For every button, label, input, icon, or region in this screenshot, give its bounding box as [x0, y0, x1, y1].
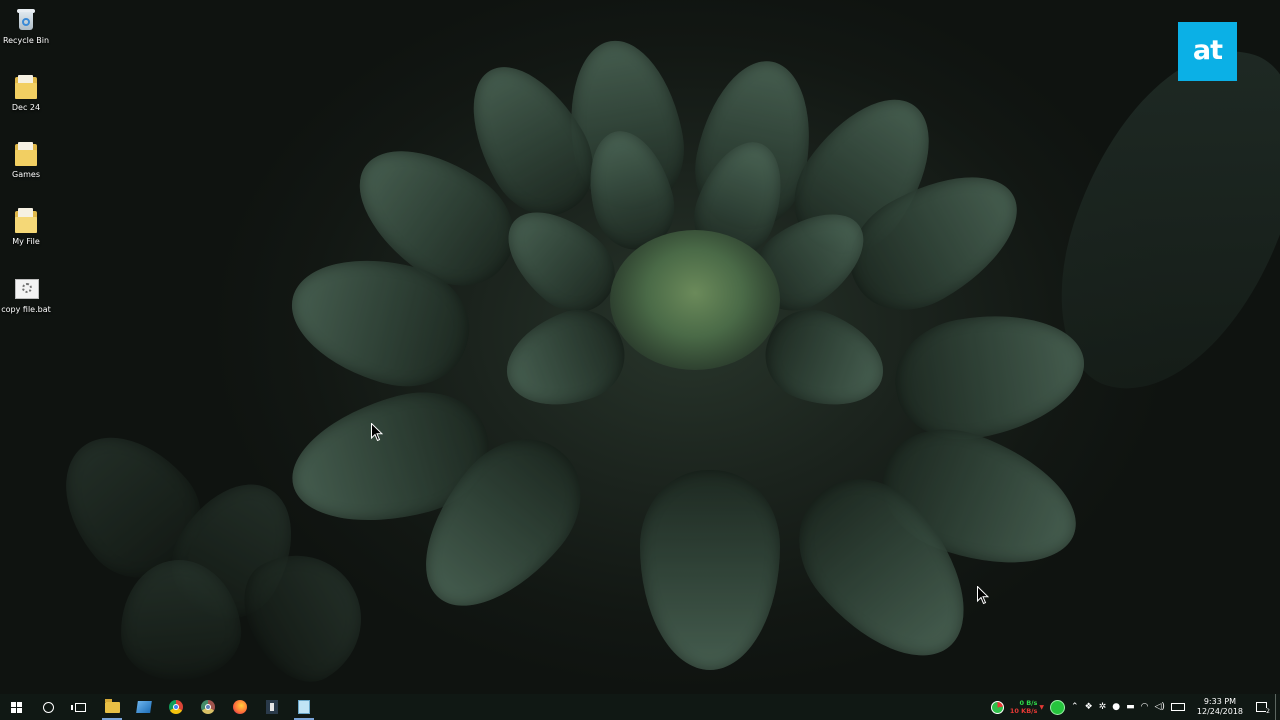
- settings-cog-icon: ✲: [1098, 702, 1107, 712]
- cortana-search-button[interactable]: [32, 694, 64, 720]
- brand-logo-badge: at: [1178, 22, 1237, 81]
- system-tray: 0 B/s 10 KB/s ▼ ⌃ ❖ ✲ ● ▬ ◠ ◁) 9:33 PM 1…: [988, 694, 1280, 720]
- firefox-button[interactable]: [224, 694, 256, 720]
- pie-chart-icon: [990, 700, 1004, 714]
- notification-icon: 2: [1256, 702, 1270, 715]
- desktop-icon-label: Recycle Bin: [2, 36, 50, 45]
- keyboard-icon: [1170, 703, 1185, 711]
- chevron-up-icon: ⌃: [1071, 702, 1079, 712]
- speaker-icon: ◁): [1154, 702, 1165, 712]
- folder-icon: [13, 73, 39, 101]
- clock-button[interactable]: 9:33 PM 12/24/2018: [1188, 694, 1252, 720]
- battery-button[interactable]: ▬: [1123, 694, 1138, 720]
- folder-icon: [13, 207, 39, 235]
- notepad-button[interactable]: [288, 694, 320, 720]
- desktop-icon-label: copy file.bat: [1, 305, 51, 314]
- status-tray-button[interactable]: [1047, 694, 1068, 720]
- recycle-bin-icon: [13, 6, 39, 34]
- windows-logo-icon: [10, 701, 22, 713]
- wifi-icon: ◠: [1140, 702, 1149, 712]
- folder-icon: [104, 698, 120, 713]
- clock-date: 12/24/2018: [1196, 707, 1243, 716]
- chrome-button[interactable]: [160, 694, 192, 720]
- action-center-button[interactable]: 2: [1252, 694, 1275, 720]
- desktop-icon-copy-file-bat[interactable]: copy file.bat: [0, 275, 52, 314]
- volume-button[interactable]: ◁): [1151, 694, 1167, 720]
- desktop-icon-dec-24[interactable]: Dec 24: [0, 73, 52, 112]
- folder-icon: [13, 140, 39, 168]
- upload-speed: 0 B/s: [1019, 699, 1038, 707]
- desktop-wallpaper: [0, 0, 1280, 694]
- cortana-circle-icon: [42, 701, 54, 713]
- notepad-icon: [298, 700, 310, 714]
- dropbox-icon: ❖: [1084, 702, 1093, 712]
- desktop-icon-my-file[interactable]: My File: [0, 207, 52, 246]
- wifi-button[interactable]: ◠: [1138, 694, 1152, 720]
- ink-app-icon: [266, 700, 278, 714]
- blue-app-icon: [136, 701, 152, 713]
- download-speed: 10 KB/s: [1009, 707, 1038, 715]
- chrome-icon: [169, 700, 183, 714]
- green-status-icon: [1050, 699, 1066, 715]
- network-speed-meter[interactable]: 0 B/s 10 KB/s ▼: [1007, 694, 1047, 720]
- battery-icon: ▬: [1126, 702, 1135, 712]
- desktop-icon-label: My File: [12, 237, 40, 246]
- tray-app-button[interactable]: ❖: [1082, 694, 1096, 720]
- chrome-profile-button[interactable]: [192, 694, 224, 720]
- desktop-icon-games[interactable]: Games: [0, 140, 52, 179]
- batch-file-icon: [13, 275, 39, 303]
- desktop-icon-label: Games: [12, 170, 40, 179]
- taskbar: 0 B/s 10 KB/s ▼ ⌃ ❖ ✲ ● ▬ ◠ ◁) 9:33 PM 1…: [0, 694, 1280, 720]
- firefox-icon: [233, 700, 247, 714]
- desktop-icon-label: Dec 24: [11, 103, 41, 112]
- file-explorer-button[interactable]: [96, 694, 128, 720]
- show-hidden-icons-button[interactable]: ⌃: [1068, 694, 1082, 720]
- clock-time: 9:33 PM: [1203, 697, 1237, 706]
- resource-monitor-tray-button[interactable]: [988, 694, 1007, 720]
- tray-app-button[interactable]: ●: [1109, 694, 1123, 720]
- app-button[interactable]: [128, 694, 160, 720]
- show-desktop-button[interactable]: [1275, 694, 1280, 720]
- start-button[interactable]: [0, 694, 32, 720]
- wallpaper-rosette-core: [610, 230, 780, 370]
- down-arrow-icon: ▼: [1039, 703, 1045, 711]
- task-view-button[interactable]: [64, 694, 96, 720]
- wallpaper-leaf: [640, 470, 780, 670]
- tray-app-button[interactable]: ✲: [1096, 694, 1110, 720]
- droplet-icon: ●: [1112, 702, 1121, 712]
- notification-count: 2: [1266, 708, 1270, 715]
- task-view-icon: [70, 702, 86, 712]
- chrome-icon: [201, 700, 215, 714]
- desktop-icon-recycle-bin[interactable]: Recycle Bin: [0, 6, 52, 45]
- inkscape-button[interactable]: [256, 694, 288, 720]
- input-method-button[interactable]: [1168, 694, 1188, 720]
